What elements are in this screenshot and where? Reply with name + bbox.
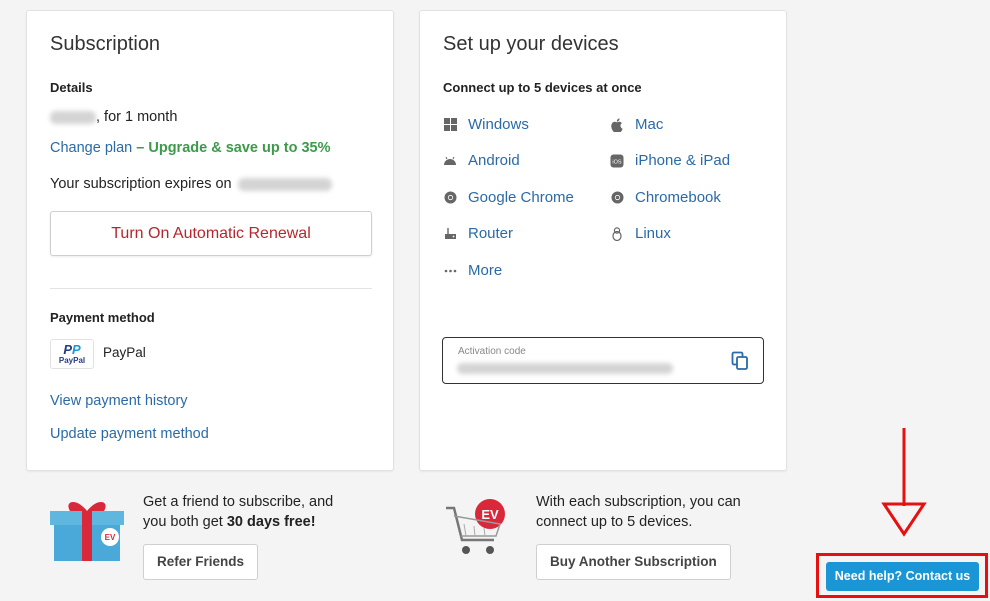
chrome-icon [610,191,624,205]
gift-box-icon: EV [48,497,126,568]
refer-promo-text: Get a friend to subscribe, and you both … [143,492,333,532]
paypal-logo-text: PayPal [58,356,86,365]
chrome-icon [443,191,457,205]
refer-text-prefix: you both get [143,514,223,530]
apple-icon [610,117,624,132]
automatic-renewal-button[interactable]: Turn On Automatic Renewal [50,211,372,256]
device-label: More [468,262,503,279]
details-label: Details [50,80,93,95]
device-more-link[interactable]: More [443,262,502,279]
view-payment-history-link[interactable]: View payment history [50,393,188,409]
payment-name: PayPal [103,345,146,360]
device-iphone-ipad-link[interactable]: iOS iPhone & iPad [610,152,730,169]
svg-text:EV: EV [105,533,116,542]
device-label: Google Chrome [468,189,574,206]
refer-text-line1: Get a friend to subscribe, and [143,494,334,510]
copy-icon[interactable] [731,351,749,371]
device-label: iPhone & iPad [635,152,731,169]
device-mac-link[interactable]: Mac [610,116,663,133]
refer-text-line2: you both get 30 days free! [143,512,333,532]
router-icon [443,227,457,241]
update-payment-method-link[interactable]: Update payment method [50,426,209,442]
svg-text:EV: EV [481,507,499,522]
devices-title: Set up your devices [443,33,619,55]
device-windows-link[interactable]: Windows [443,116,529,133]
blurred-expiry-date [237,177,332,191]
android-icon [443,154,457,168]
ios-icon: iOS [610,154,624,168]
annotation-arrow-icon [880,426,928,543]
device-label: Router [468,225,514,242]
buy-promo-text: With each subscription, you can connect … [536,492,741,532]
devices-card: Set up your devices Connect up to 5 devi… [419,10,787,471]
expiry-text: Your subscription expires on [50,176,232,192]
change-plan-line: Change plan – Upgrade & save up to 35% [50,140,330,156]
buy-text-line2: connect up to 5 devices. [536,514,693,530]
device-router-link[interactable]: Router [443,225,513,242]
device-google-chrome-link[interactable]: Google Chrome [443,189,574,206]
device-linux-link[interactable]: Linux [610,225,671,242]
device-label: Windows [468,116,529,133]
expiry-line: Your subscription expires on [50,176,332,192]
shopping-cart-icon: EV [444,496,510,567]
price-line: , for 1 month [50,109,177,125]
refer-bold-text: 30 days free! [226,514,316,530]
price-suffix: , for 1 month [96,109,178,125]
blurred-price [50,110,96,124]
subscription-title: Subscription [50,33,161,55]
refer-friends-button[interactable]: Refer Friends [143,544,259,580]
activation-code-label: Activation code [458,346,526,357]
buy-text-line1: With each subscription, you can [536,494,741,510]
device-label: Android [468,152,520,169]
device-label: Mac [635,116,664,133]
divider [50,288,372,289]
more-icon [443,264,457,278]
device-label: Linux [635,225,671,242]
device-chromebook-link[interactable]: Chromebook [610,189,721,206]
device-android-link[interactable]: Android [443,152,520,169]
device-label: Chromebook [635,189,721,206]
buy-another-subscription-button[interactable]: Buy Another Subscription [536,544,731,580]
devices-subtitle: Connect up to 5 devices at once [443,80,642,95]
activation-code-field[interactable]: Activation code [442,337,764,384]
svg-text:iOS: iOS [612,159,622,165]
upgrade-text: – Upgrade & save up to 35% [136,140,331,156]
blurred-activation-code [457,363,673,374]
payment-method-label: Payment method [50,310,155,325]
paypal-logo: PP PayPal [50,339,94,369]
linux-icon [610,226,624,241]
change-plan-link[interactable]: Change plan [50,140,132,156]
subscription-card: Subscription Details , for 1 month Chang… [26,10,394,471]
windows-icon [443,118,457,132]
contact-support-button[interactable]: Need help? Contact us [826,562,979,591]
